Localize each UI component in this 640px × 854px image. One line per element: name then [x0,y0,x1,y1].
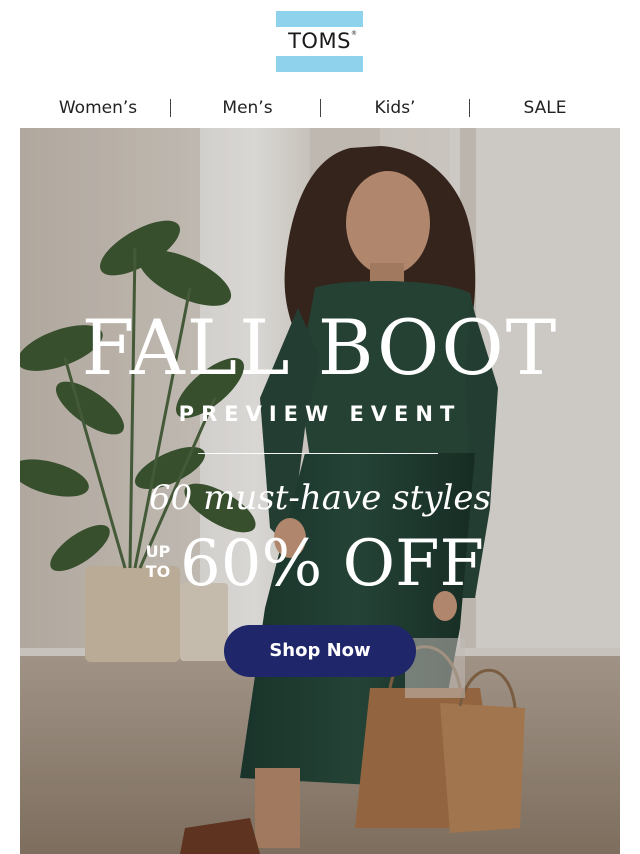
nav-item-mens[interactable]: Men’s [200,92,295,124]
discount-prefix: UP TO [138,542,178,582]
nav-item-sale[interactable]: SALE [505,92,585,124]
shop-now-button[interactable]: Shop Now [224,625,416,677]
hero-headline: FALL BOOT [81,303,559,392]
logo-bottom-band [276,56,363,72]
category-nav: Women’s Men’s Kids’ SALE [0,92,640,124]
hero-divider [198,453,438,454]
registered-mark: ® [351,30,357,37]
logo-wordmark: TOMS [288,29,351,53]
nav-divider [320,99,321,117]
discount-amount: 60% OFF [180,527,484,601]
nav-item-womens[interactable]: Women’s [48,92,148,124]
discount-prefix-up: UP [145,542,171,561]
hero-tagline: 60 must-have styles [149,478,491,518]
toms-logo[interactable]: TOMS ® [276,11,363,72]
hero-subheadline: PREVIEW EVENT [178,402,462,426]
hero-banner[interactable]: FALL BOOT PREVIEW EVENT 60 must-have sty… [20,128,620,854]
logo-top-band [276,11,363,27]
nav-divider [469,99,470,117]
nav-item-kids[interactable]: Kids’ [350,92,440,124]
discount-prefix-to: TO [145,562,171,581]
nav-divider [170,99,171,117]
